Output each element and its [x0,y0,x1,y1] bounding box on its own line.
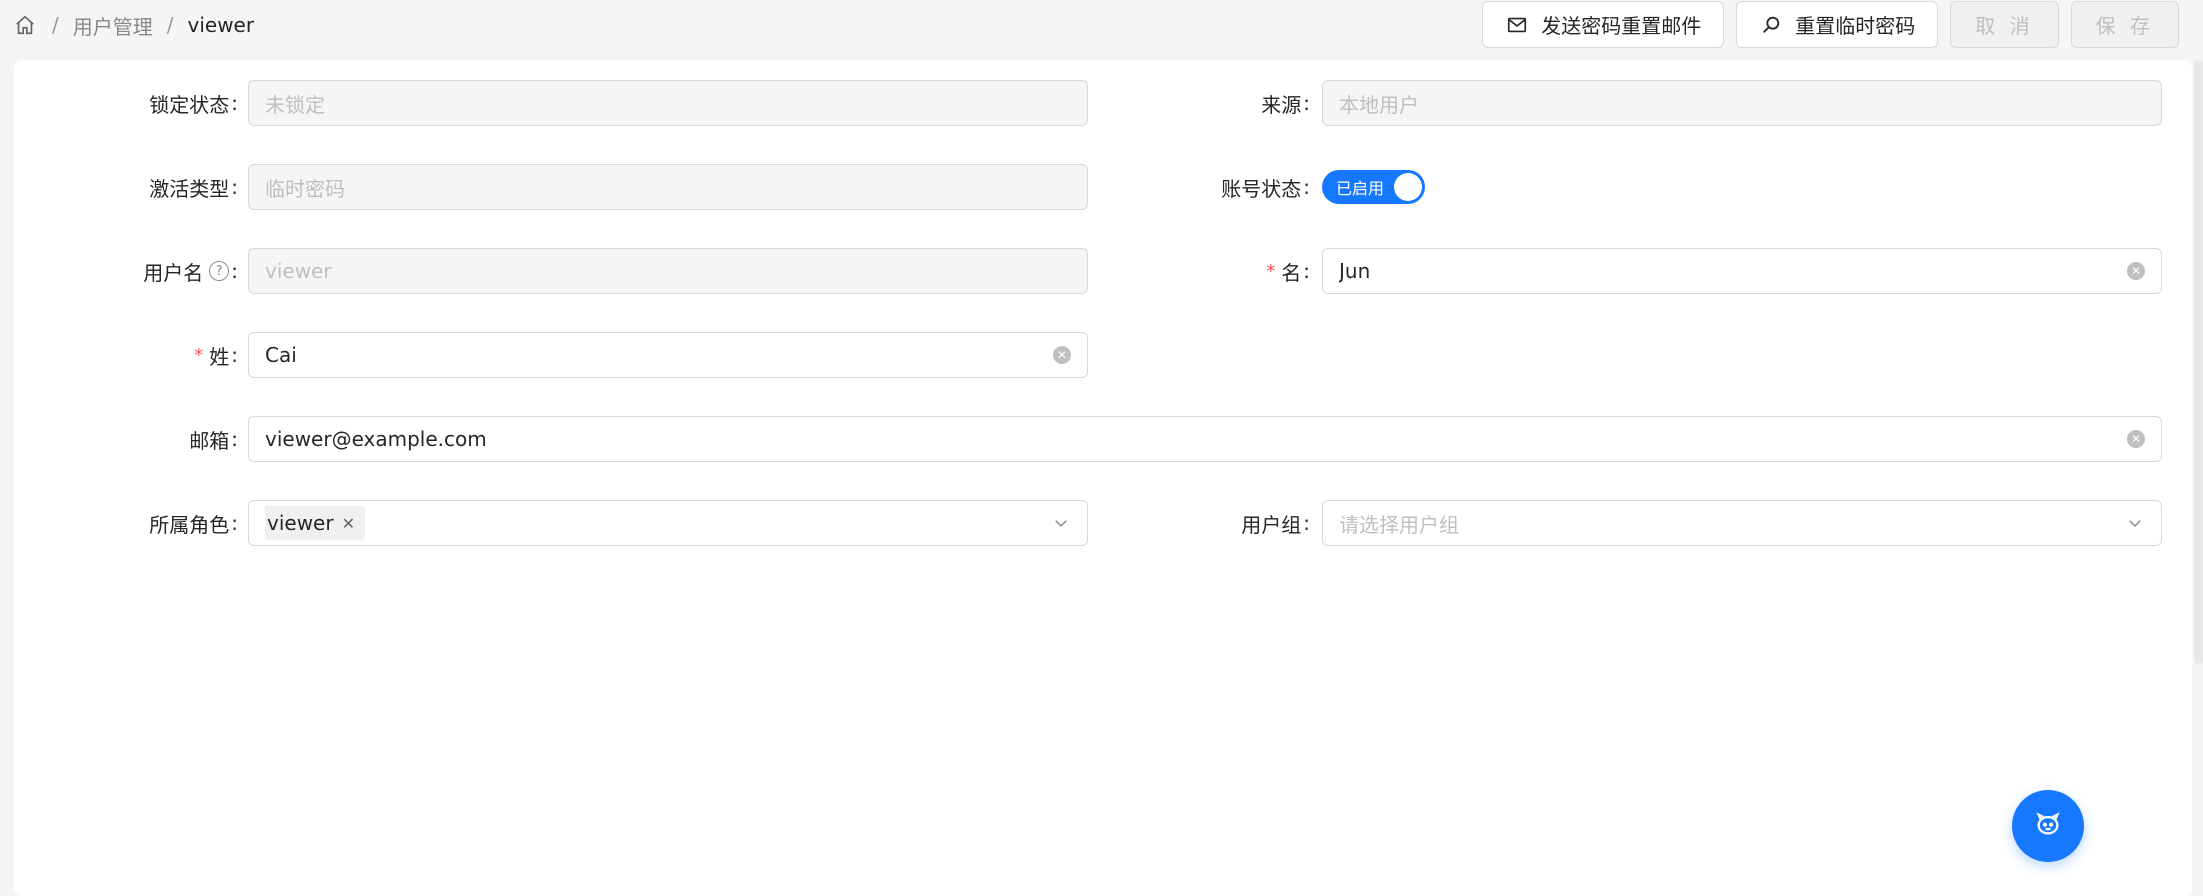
account-status-switch[interactable]: 已启用 [1322,170,1425,204]
email-value: viewer@example.com [265,427,487,451]
breadcrumb: / 用户管理 / viewer [12,10,254,40]
account-status-label: 账号状态: [1180,164,1310,210]
cancel-button[interactable]: 取 消 [1950,1,2059,48]
source-field: 本地用户 [1322,80,2162,126]
role-tag: viewer ✕ [265,506,365,540]
roles-tags: viewer ✕ [265,506,1051,540]
mail-icon [1505,13,1529,37]
breadcrumb-current: viewer [187,13,255,37]
breadcrumb-separator: / [52,13,59,37]
toolbar-actions: 发送密码重置邮件 重置临时密码 取 消 保 存 [1482,1,2179,48]
send-reset-email-button[interactable]: 发送密码重置邮件 [1482,1,1725,48]
switch-knob [1394,173,1422,201]
clear-icon[interactable]: ✕ [1053,346,1071,364]
chevron-down-icon [2125,513,2145,533]
clear-icon[interactable]: ✕ [2127,430,2145,448]
first-name-label: * 名: [1180,248,1310,294]
email-label: 邮箱: [100,416,238,462]
activation-type-label: 激活类型: [100,164,238,210]
chevron-down-icon [1051,513,1071,533]
last-name-value: Cai [265,343,297,367]
activation-type-field: 临时密码 [248,164,1088,210]
breadcrumb-user-management[interactable]: 用户管理 [73,11,153,40]
activation-type-label-text: 激活类型 [149,176,230,201]
source-label-text: 来源 [1261,92,1302,117]
user-group-label-text: 用户组 [1241,512,1302,537]
roles-label-text: 所属角色 [149,512,230,537]
user-group-select[interactable]: 请选择用户组 [1322,500,2162,546]
bot-face-icon [2033,809,2063,843]
username-value: viewer [265,259,332,283]
last-name-label-text: 姓 [209,344,230,369]
save-button[interactable]: 保 存 [2070,1,2179,48]
username-label: 用户名 ?: [100,248,238,294]
search-icon [1759,13,1783,37]
activation-type-value: 临时密码 [265,176,345,201]
username-label-text: 用户名 [143,260,204,285]
breadcrumb-separator: / [166,13,174,37]
first-name-input[interactable]: Jun ✕ [1322,248,2162,294]
last-name-input[interactable]: Cai ✕ [248,332,1088,378]
send-reset-email-label: 发送密码重置邮件 [1541,14,1702,38]
reset-temp-password-button[interactable]: 重置临时密码 [1736,1,1939,48]
lock-status-value: 未锁定 [265,92,325,117]
email-input[interactable]: viewer@example.com ✕ [248,416,2162,462]
required-mark: * [1266,260,1276,282]
top-bar: / 用户管理 / viewer 发送密码重置邮件 重置临时密码 取 消 保 存 [0,0,2203,58]
username-field: viewer [248,248,1088,294]
question-circle-icon[interactable]: ? [209,261,230,281]
roles-select[interactable]: viewer ✕ [248,500,1088,546]
scrollbar[interactable] [2194,60,2203,664]
email-label-text: 邮箱 [189,428,230,453]
close-icon[interactable]: ✕ [342,514,355,533]
account-status-switch-text: 已启用 [1336,179,1385,198]
first-name-value: Jun [1339,259,1371,283]
user-group-label: 用户组: [1180,500,1310,546]
lock-status-field: 未锁定 [248,80,1088,126]
required-mark: * [194,344,204,366]
reset-temp-password-label: 重置临时密码 [1795,14,1916,38]
assistant-float-button[interactable] [2012,790,2084,862]
last-name-label: * 姓: [100,332,238,378]
source-value: 本地用户 [1339,92,1419,117]
lock-status-label: 锁定状态: [100,80,238,126]
lock-status-label-text: 锁定状态 [149,92,230,117]
account-status-label-text: 账号状态 [1221,176,1302,201]
source-label: 来源: [1180,80,1310,126]
roles-label: 所属角色: [100,500,238,546]
clear-icon[interactable]: ✕ [2127,262,2145,280]
role-tag-label: viewer [267,511,334,535]
user-group-placeholder: 请选择用户组 [1339,512,1459,537]
first-name-label-text: 名 [1281,260,1302,285]
home-icon[interactable] [12,12,38,38]
